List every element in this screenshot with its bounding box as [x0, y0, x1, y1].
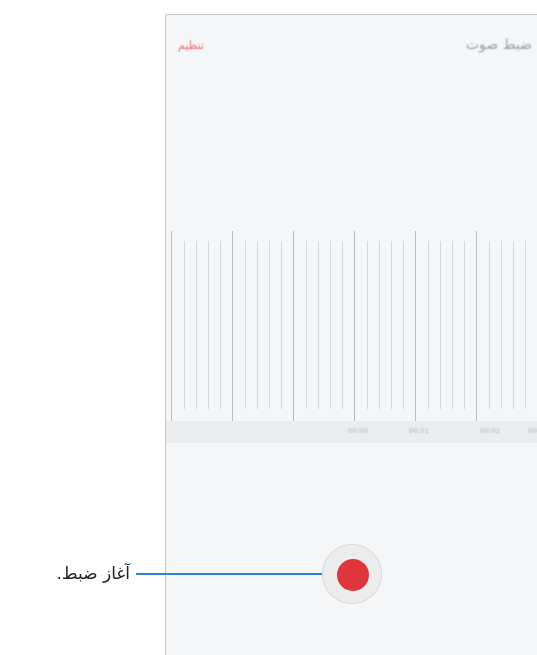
waveform-segment [354, 231, 416, 421]
waveform-segment [232, 231, 294, 421]
waveform-tick [452, 241, 453, 409]
waveform-tick [306, 241, 307, 409]
record-button[interactable] [322, 544, 382, 604]
waveform-tick [501, 241, 502, 409]
app-bar: ضبط صوت تنظیم [166, 15, 537, 79]
timeline-strip: 00:00 00:01 00:02 00:03 [166, 421, 537, 443]
waveform-tick [281, 241, 282, 409]
waveform-tick [196, 241, 197, 409]
waveform-segment [293, 231, 355, 421]
waveform-tick [440, 241, 441, 409]
waveform-tick [330, 241, 331, 409]
time-label: 00:02 [480, 427, 501, 435]
time-label: 00:01 [409, 427, 430, 435]
callout-line [136, 573, 322, 575]
waveform-segment [171, 231, 233, 421]
waveform-tick [379, 241, 380, 409]
waveform-tick [269, 241, 270, 409]
waveform-tick [391, 241, 392, 409]
app-title: ضبط صوت [465, 37, 532, 53]
waveform-tick [367, 241, 368, 409]
waveform-tick [220, 241, 221, 409]
waveform-tick [403, 241, 404, 409]
waveform-tick [428, 241, 429, 409]
waveform-tick [257, 241, 258, 409]
waveform-tick [513, 241, 514, 409]
time-label: 00:03 [528, 427, 537, 435]
waveform-segment [415, 231, 477, 421]
waveform-tick [184, 241, 185, 409]
waveform-tick [245, 241, 246, 409]
time-label: 00:00 [348, 427, 369, 435]
waveform-area [171, 231, 537, 421]
record-dot-icon [337, 559, 369, 591]
waveform-tick [208, 241, 209, 409]
waveform-tick [318, 241, 319, 409]
waveform-tick [525, 241, 526, 409]
waveform-tick [489, 241, 490, 409]
waveform-tick [464, 241, 465, 409]
waveform-segment [476, 231, 537, 421]
callout-label: آغاز ضبط. [56, 564, 130, 584]
settings-button[interactable]: تنظیم [178, 39, 204, 52]
waveform-tick [342, 241, 343, 409]
